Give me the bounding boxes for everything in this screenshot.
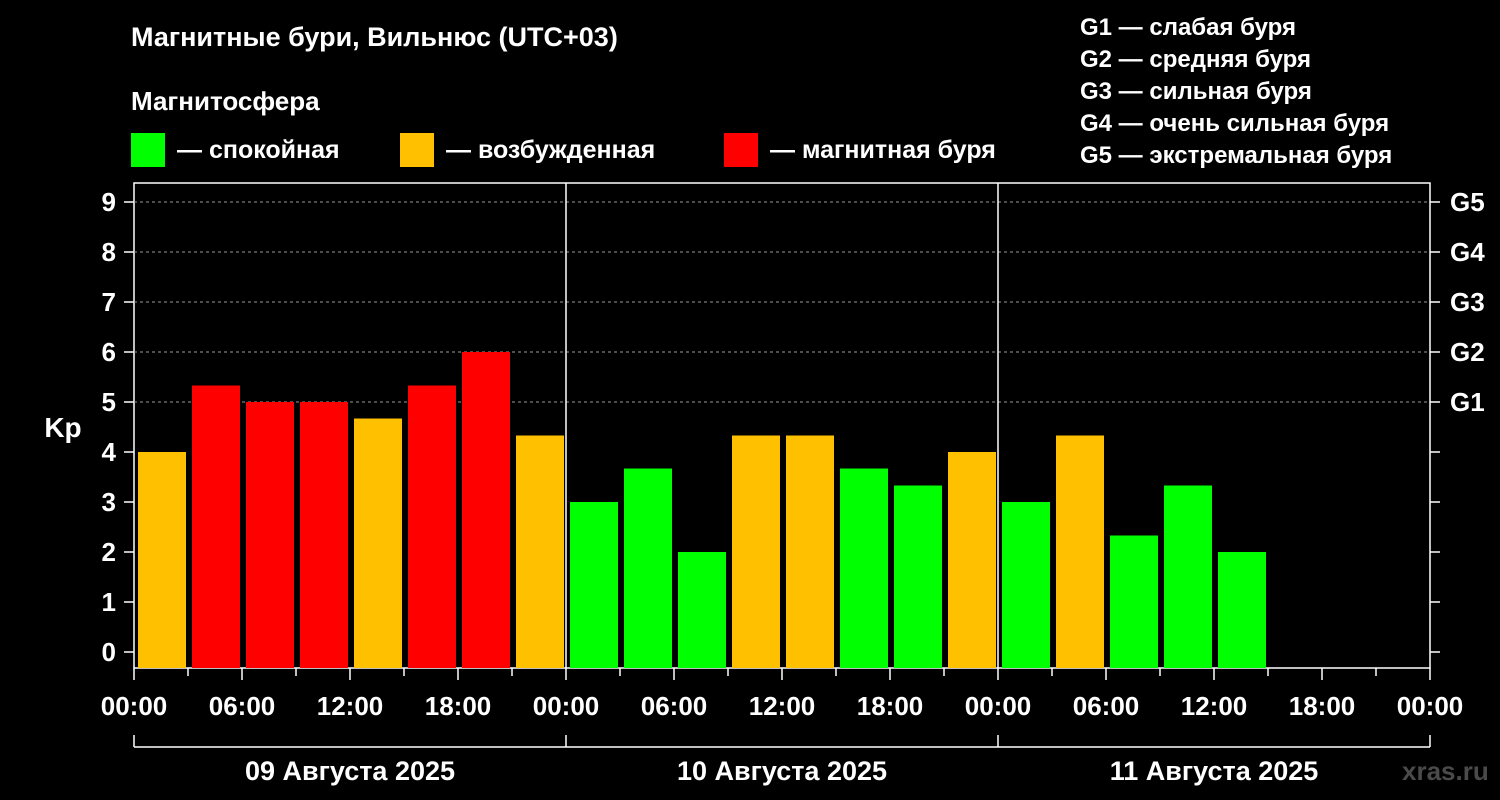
kp-bar bbox=[300, 402, 348, 668]
x-tick-label: 18:00 bbox=[1289, 691, 1356, 721]
kp-bar bbox=[786, 435, 834, 668]
y-tick-label: 0 bbox=[102, 637, 116, 667]
g-scale-label: G2 bbox=[1450, 337, 1485, 367]
y-tick-label: 1 bbox=[102, 587, 116, 617]
x-tick-label: 00:00 bbox=[965, 691, 1032, 721]
day-label: 10 Августа 2025 bbox=[677, 756, 887, 786]
y-tick-label: 4 bbox=[102, 437, 117, 467]
y-tick-label: 5 bbox=[102, 387, 116, 417]
kp-chart: 0 1 2 3 4 5 6 7 8 9 G1 G2 G3 G4 G5 Kp 00:00 06:00 12:00 18:… bbox=[44, 182, 1485, 786]
kp-bar bbox=[894, 485, 942, 668]
x-tick-label: 06:00 bbox=[209, 691, 276, 721]
y-tick-label: 9 bbox=[102, 187, 116, 217]
g-scale-label: G4 bbox=[1450, 237, 1485, 267]
watermark: xras.ru bbox=[1402, 756, 1489, 786]
y-tick-label: 8 bbox=[102, 237, 116, 267]
kp-bar bbox=[1110, 535, 1158, 668]
y-tick-label: 6 bbox=[102, 337, 116, 367]
y-tick-label: 3 bbox=[102, 487, 116, 517]
kp-bar bbox=[678, 552, 726, 668]
x-tick-label: 00:00 bbox=[533, 691, 600, 721]
g-scale-label: G5 bbox=[1450, 187, 1485, 217]
x-tick-label: 06:00 bbox=[1073, 691, 1140, 721]
kp-bar bbox=[1218, 552, 1266, 668]
kp-bar bbox=[246, 402, 294, 668]
kp-bar bbox=[1056, 435, 1104, 668]
kp-bar bbox=[192, 385, 240, 668]
kp-bar bbox=[732, 435, 780, 668]
x-tick-label: 18:00 bbox=[857, 691, 924, 721]
x-tick-label: 12:00 bbox=[317, 691, 384, 721]
kp-bar bbox=[516, 435, 564, 668]
kp-bar bbox=[462, 352, 510, 668]
day-label: 11 Августа 2025 bbox=[1110, 756, 1319, 786]
g-scale-label: G1 bbox=[1450, 387, 1485, 417]
x-tick-label: 00:00 bbox=[1397, 691, 1464, 721]
kp-bar bbox=[570, 502, 618, 668]
x-tick-label: 00:00 bbox=[101, 691, 168, 721]
day-label: 09 Августа 2025 bbox=[245, 756, 455, 786]
x-tick-label: 06:00 bbox=[641, 691, 708, 721]
kp-bar bbox=[354, 418, 402, 668]
kp-bar bbox=[1002, 502, 1050, 668]
y-tick-label: 2 bbox=[102, 537, 116, 567]
x-tick-label: 18:00 bbox=[425, 691, 492, 721]
g-scale-label: G3 bbox=[1450, 287, 1485, 317]
x-tick-label: 12:00 bbox=[749, 691, 816, 721]
kp-bar bbox=[840, 468, 888, 668]
kp-bar bbox=[408, 385, 456, 668]
kp-bar bbox=[1164, 485, 1212, 668]
kp-bar bbox=[138, 452, 186, 668]
x-tick-label: 12:00 bbox=[1181, 691, 1248, 721]
kp-bar bbox=[624, 468, 672, 668]
y-axis-label: Kp bbox=[44, 412, 81, 443]
y-tick-label: 7 bbox=[102, 287, 116, 317]
kp-bar bbox=[948, 452, 996, 668]
